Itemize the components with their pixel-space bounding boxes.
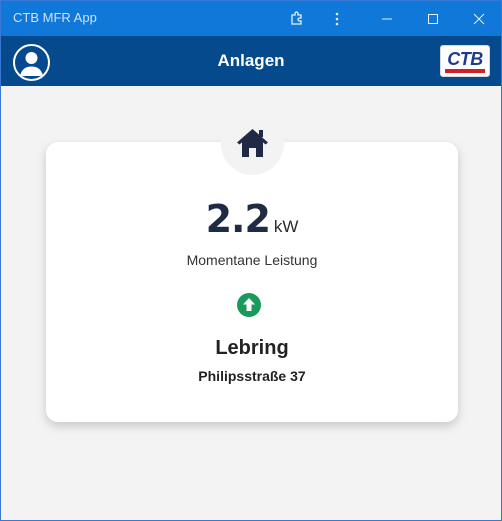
puzzle-icon[interactable] [277, 1, 317, 36]
app-header: Anlagen CTB [1, 36, 501, 86]
power-label: Momentane Leistung [186, 252, 318, 268]
page-title: Anlagen [217, 51, 285, 70]
power-unit: kW [273, 217, 299, 236]
ctb-logo: CTB [440, 45, 490, 77]
power-readout: 2.2 kW [46, 197, 458, 241]
site-name: Lebring [215, 337, 289, 359]
maximize-icon[interactable] [413, 1, 453, 36]
power-value: 2.2 [205, 197, 271, 241]
more-vertical-icon[interactable] [317, 1, 357, 36]
home-icon [237, 129, 268, 157]
close-icon[interactable] [459, 1, 499, 36]
site-address: Philipsstraße 37 [198, 368, 306, 384]
minimize-icon[interactable] [367, 1, 407, 36]
window-title: CTB MFR App [13, 10, 97, 25]
title-bar: CTB MFR App [1, 1, 501, 36]
app-window: CTB MFR App Anlagen CTB 2.2 kW Momentane… [0, 0, 502, 521]
logo-stripe [445, 69, 485, 73]
logo-text: CTB [447, 49, 483, 69]
arrow-up-circle-icon [237, 293, 261, 317]
